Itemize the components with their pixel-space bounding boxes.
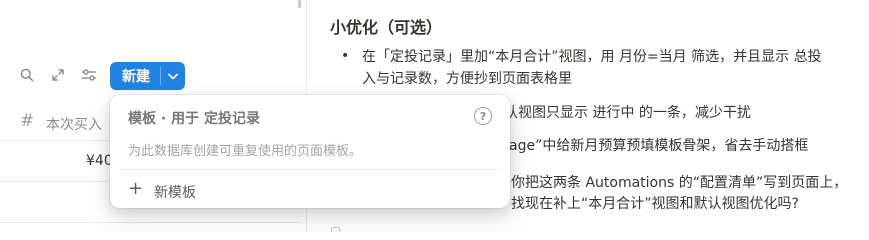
popup-description: 为此数据库创建可重复使用的页面模板。 [128,144,363,159]
paragraph-text: 找现在补上“本月合计”视图和默认视图优化吗? [511,196,799,212]
bullet-text: age”中给新月预算预填模板骨架，省去手动搭框 [509,138,809,154]
scrollbar-thumb[interactable] [298,0,301,8]
bullet-text: 在「定投记录」里加“本月合计”视图，用 月份=当月 筛选，并且显示 总投 [362,49,822,65]
section-heading: 小优化（可选） [330,18,443,37]
paragraph-text: 你把这两条 Automations 的“配置清单”写到页面上， [511,175,848,191]
template-menu-popup: 模板 · 用于 定投记录 ? 为此数据库创建可重复使用的页面模板。 + 新模板 [110,95,510,208]
bullet-text: 入与记录数，方便抄到页面表格里 [362,71,572,87]
search-icon[interactable] [16,64,38,86]
chevron-down-icon[interactable] [161,62,185,90]
copy-icon[interactable]: ▢ [330,224,341,232]
new-button[interactable]: 新建 [110,62,160,90]
new-template-button[interactable]: + 新模板 [116,176,504,204]
new-template-label: 新模板 [154,185,196,201]
bullet-text: 认视图只显示 进行中 的一条，减少干扰 [504,105,751,121]
expand-icon[interactable] [47,64,69,86]
popup-divider [120,169,500,170]
plus-icon: + [128,178,144,199]
database-toolbar: 新建 [0,60,300,90]
popup-title: 模板 · 用于 定投记录 [128,111,260,127]
sliders-icon[interactable] [78,64,100,86]
column-header-label: 本次买入 [46,117,102,133]
message-actions: ▢ [330,224,341,232]
new-button-group: 新建 [110,62,185,90]
app-root: 新建 # 本次买入 ¥40 小优化（可选） • 在「定投记录」里加“本月合计”视… [0,0,869,232]
table-cell-amount: ¥40 [86,153,113,169]
number-property-icon: # [20,111,35,131]
bullet-dot: • [341,48,350,64]
help-icon[interactable]: ? [474,107,492,125]
